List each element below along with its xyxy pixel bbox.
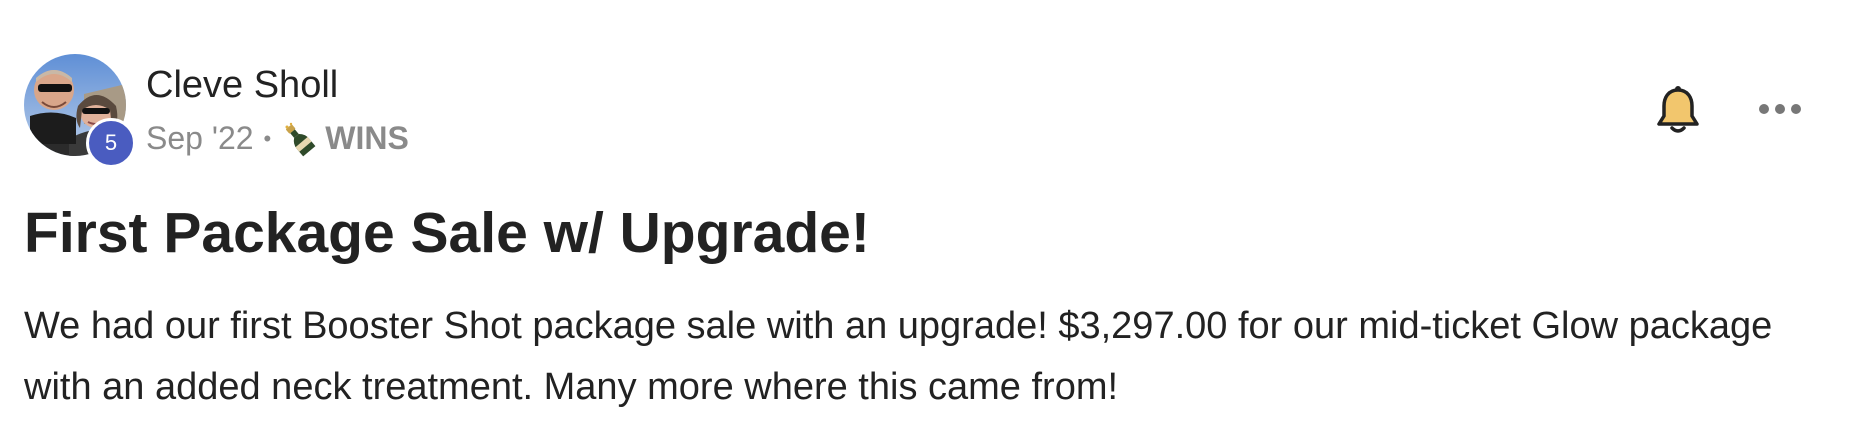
level-badge: 5 (86, 118, 136, 168)
post-title[interactable]: First Package Sale w/ Upgrade! (24, 200, 870, 266)
level-number: 5 (104, 130, 118, 155)
post-body: We had our first Booster Shot package sa… (24, 305, 1773, 408)
more-horizontal-icon[interactable] (1756, 94, 1804, 124)
post-date[interactable]: Sep '22 (146, 120, 254, 157)
category-label[interactable]: WINS (325, 120, 409, 157)
author-avatar-container[interactable]: 5 (24, 54, 136, 168)
bell-icon[interactable] (1654, 84, 1702, 136)
champagne-bottle-icon (281, 121, 317, 157)
post-card: 5 Cleve Sholl Sep '22 • WINS First Packa… (0, 0, 1868, 442)
meta-separator: • (263, 125, 272, 151)
author-name[interactable]: Cleve Sholl (146, 64, 338, 107)
post-meta: Sep '22 • WINS (146, 120, 409, 157)
